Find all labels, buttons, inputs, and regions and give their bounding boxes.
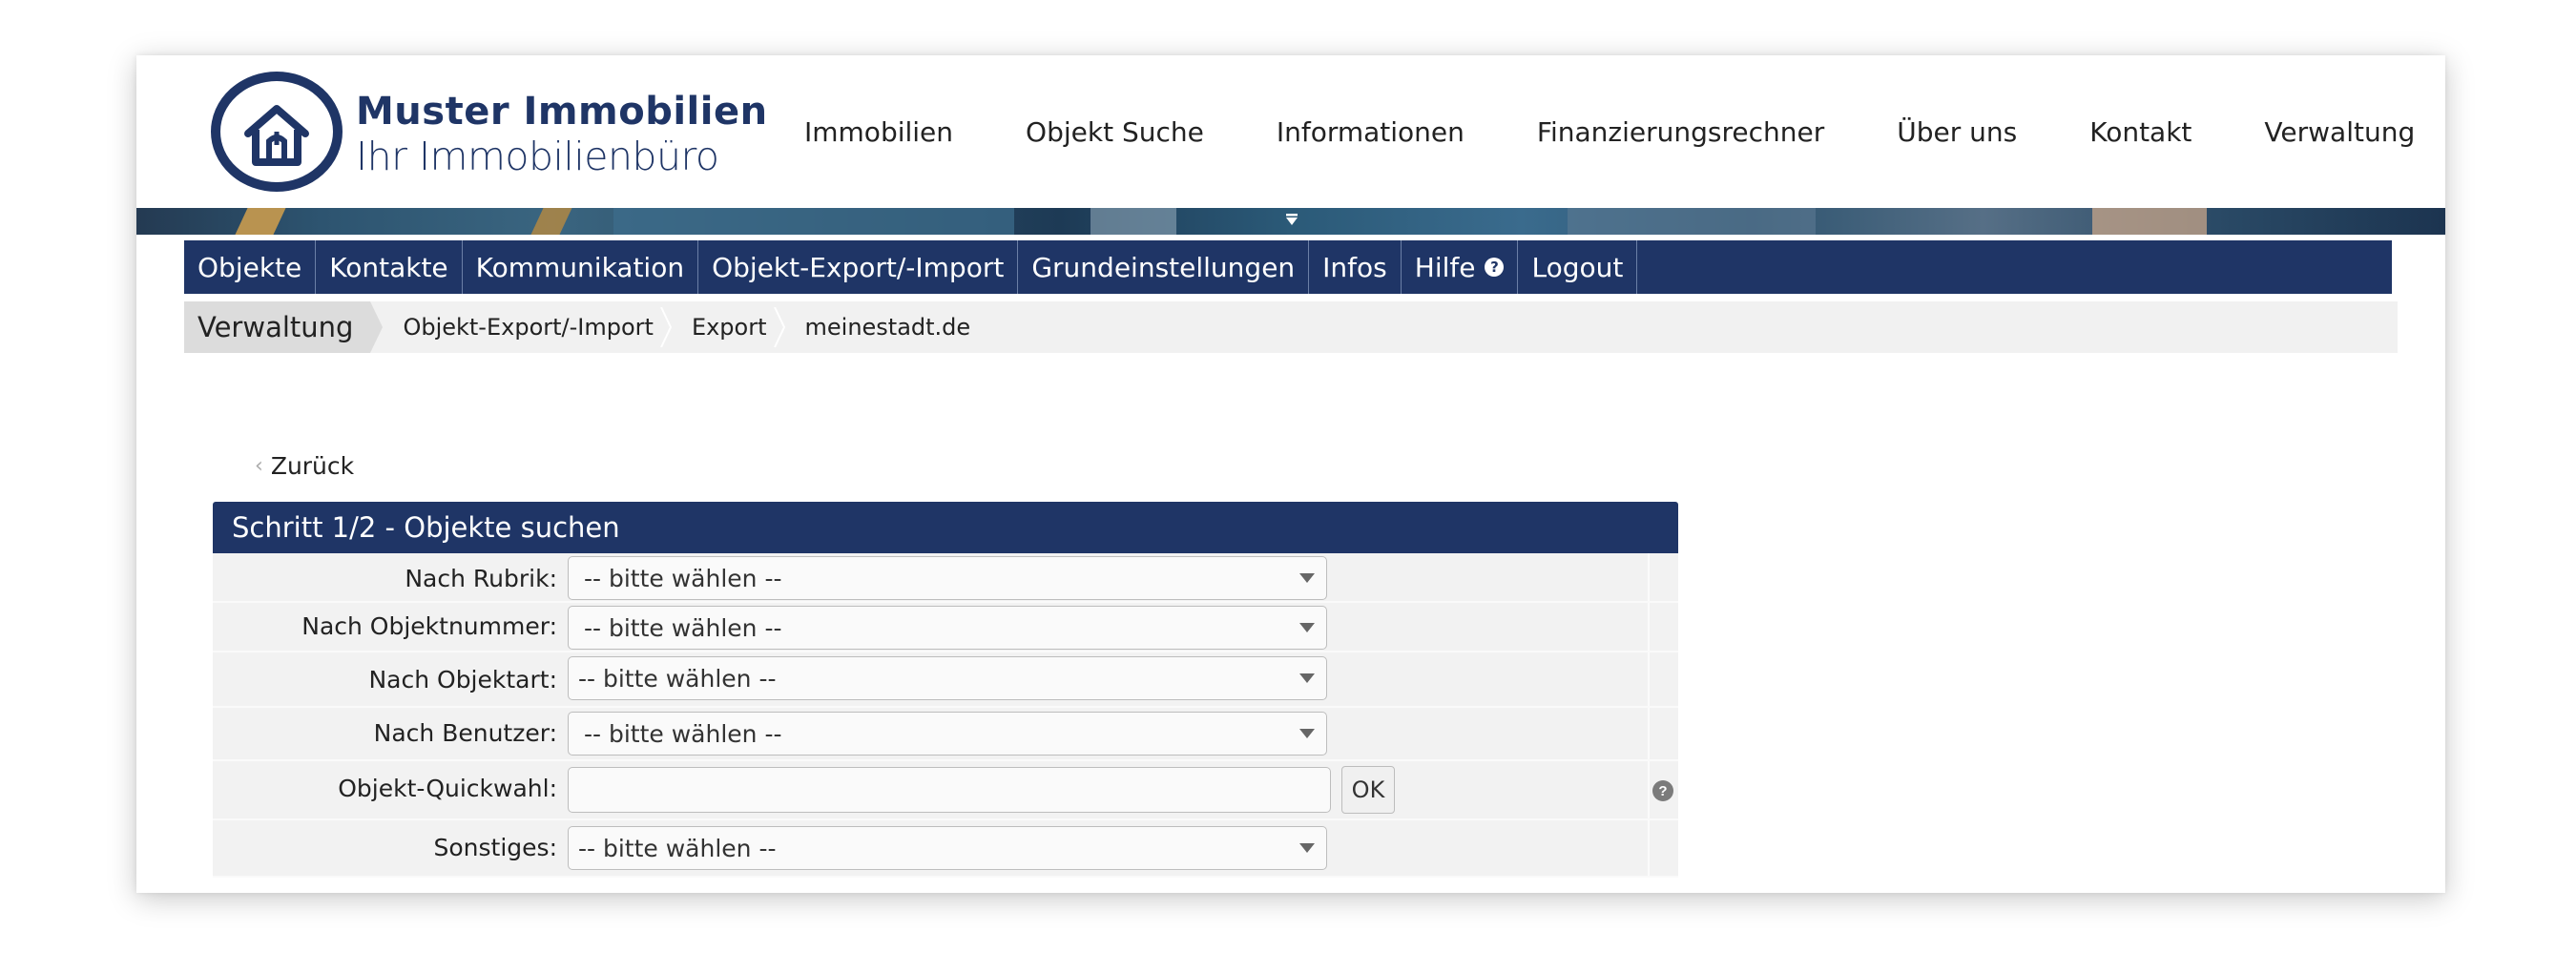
logo-subtitle: Ihr Immobilienbüro [356, 134, 719, 179]
rubrik-select[interactable]: -- bitte wählen -- [568, 556, 1327, 600]
field-label: Sonstiges: [433, 834, 557, 861]
breadcrumb-export[interactable]: Export [671, 301, 785, 353]
caret-down-icon [1299, 673, 1315, 683]
field-label: Nach Rubrik: [405, 565, 557, 592]
main-navigation: Immobilien Objekt Suche Informationen Fi… [804, 55, 2415, 208]
back-label: Zurück [270, 452, 355, 480]
admin-tab-label: Hilfe [1414, 251, 1476, 283]
admin-menu: Objekte Kontakte Kommunikation Objekt-Ex… [184, 240, 2392, 294]
breadcrumb-label: meinestadt.de [804, 314, 971, 341]
field-row-benutzer: Nach Benutzer: -- bitte wählen -- [213, 708, 1678, 761]
back-link-top[interactable]: ‹ Zurück [255, 452, 354, 480]
question-circle-icon[interactable]: ? [1652, 780, 1673, 801]
select-value: -- bitte wählen -- [584, 564, 782, 592]
caret-down-icon [1299, 729, 1315, 738]
chevron-left-icon: ‹ [255, 454, 263, 478]
breadcrumb-export-import[interactable]: Objekt-Export/-Import [370, 301, 673, 353]
admin-tab-label: Objekte [197, 251, 302, 283]
admin-tab-label: Grundeinstellungen [1031, 251, 1296, 283]
field-row-rubrik: Nach Rubrik: -- bitte wählen -- [213, 553, 1678, 603]
caret-down-icon [1299, 843, 1315, 853]
admin-tab-infos[interactable]: Infos [1309, 240, 1402, 294]
admin-tab-kontakte[interactable]: Kontakte [316, 240, 463, 294]
objektart-select[interactable]: -- bitte wählen -- [568, 656, 1327, 700]
admin-tab-export-import[interactable]: Objekt-Export/-Import [698, 240, 1019, 294]
breadcrumb: Verwaltung Objekt-Export/-Import Export … [184, 301, 2398, 353]
panel-title: Schritt 1/2 - Objekte suchen [213, 502, 1678, 553]
breadcrumb-label: Objekt-Export/-Import [403, 314, 654, 341]
breadcrumb-meinestadt: meinestadt.de [784, 301, 988, 353]
select-value: -- bitte wählen -- [584, 719, 782, 748]
breadcrumb-label: Verwaltung [197, 311, 354, 343]
admin-tab-objekte[interactable]: Objekte [184, 240, 317, 294]
caret-down-icon [1299, 573, 1315, 583]
field-row-quickwahl: Objekt-Quickwahl: OK ? [213, 761, 1678, 820]
caret-down-icon[interactable] [1285, 214, 1298, 227]
field-label: Nach Objektart: [368, 666, 557, 694]
admin-tab-kommunikation[interactable]: Kommunikation [463, 240, 699, 294]
sonstiges-select[interactable]: -- bitte wählen -- [568, 826, 1327, 870]
field-row-objektnummer: Nach Objektnummer: -- bitte wählen -- [213, 603, 1678, 652]
admin-area: Objekte Kontakte Kommunikation Objekt-Ex… [177, 235, 2405, 893]
select-value: -- bitte wählen -- [578, 664, 777, 693]
nav-informationen[interactable]: Informationen [1277, 116, 1465, 148]
field-row-sonstiges: Sonstiges: -- bitte wählen -- [213, 820, 1678, 878]
quickwahl-input[interactable] [568, 767, 1331, 813]
nav-verwaltung[interactable]: Verwaltung [2264, 116, 2415, 148]
select-value: -- bitte wählen -- [584, 613, 782, 642]
admin-tab-label: Kommunikation [475, 251, 685, 283]
house-in-circle-icon [211, 72, 343, 192]
nav-kontakt[interactable]: Kontakt [2089, 116, 2192, 148]
header-banner-image [136, 208, 2445, 235]
field-label: Objekt-Quickwahl: [338, 775, 557, 802]
objektnummer-select[interactable]: -- bitte wählen -- [568, 606, 1327, 650]
search-panel: Schritt 1/2 - Objekte suchen Nach Rubrik… [213, 502, 1678, 878]
field-row-objektart: Nach Objektart: -- bitte wählen -- [213, 652, 1678, 708]
nav-ueber-uns[interactable]: Über uns [1897, 116, 2017, 148]
panel-title-text: Schritt 1/2 - Objekte suchen [232, 511, 620, 544]
nav-immobilien[interactable]: Immobilien [804, 116, 953, 148]
admin-tab-grundeinstellungen[interactable]: Grundeinstellungen [1018, 240, 1310, 294]
nav-objekt-suche[interactable]: Objekt Suche [1026, 116, 1204, 148]
field-label: Nach Benutzer: [373, 719, 557, 747]
field-label: Nach Objektnummer: [301, 612, 557, 640]
breadcrumb-label: Export [691, 314, 767, 341]
admin-tab-logout[interactable]: Logout [1518, 240, 1638, 294]
page: Muster Immobilien Ihr Immobilienbüro Imm… [136, 55, 2445, 893]
caret-down-icon [1299, 623, 1315, 632]
admin-tab-label: Logout [1531, 251, 1624, 283]
admin-tab-label: Infos [1322, 251, 1387, 283]
question-circle-icon: ? [1485, 258, 1505, 277]
ok-button[interactable]: OK [1341, 766, 1395, 814]
ok-button-label: OK [1351, 776, 1385, 803]
nav-finanzierungsrechner[interactable]: Finanzierungsrechner [1537, 116, 1824, 148]
admin-tab-label: Objekt-Export/-Import [712, 251, 1005, 283]
admin-tab-hilfe[interactable]: Hilfe? [1402, 240, 1519, 294]
admin-tab-label: Kontakte [329, 251, 448, 283]
logo[interactable]: Muster Immobilien Ihr Immobilienbüro [208, 65, 767, 198]
benutzer-select[interactable]: -- bitte wählen -- [568, 712, 1327, 756]
breadcrumb-verwaltung[interactable]: Verwaltung [184, 301, 384, 353]
select-value: -- bitte wählen -- [578, 834, 777, 862]
site-header: Muster Immobilien Ihr Immobilienbüro Imm… [136, 55, 2445, 208]
logo-title: Muster Immobilien [356, 90, 768, 134]
